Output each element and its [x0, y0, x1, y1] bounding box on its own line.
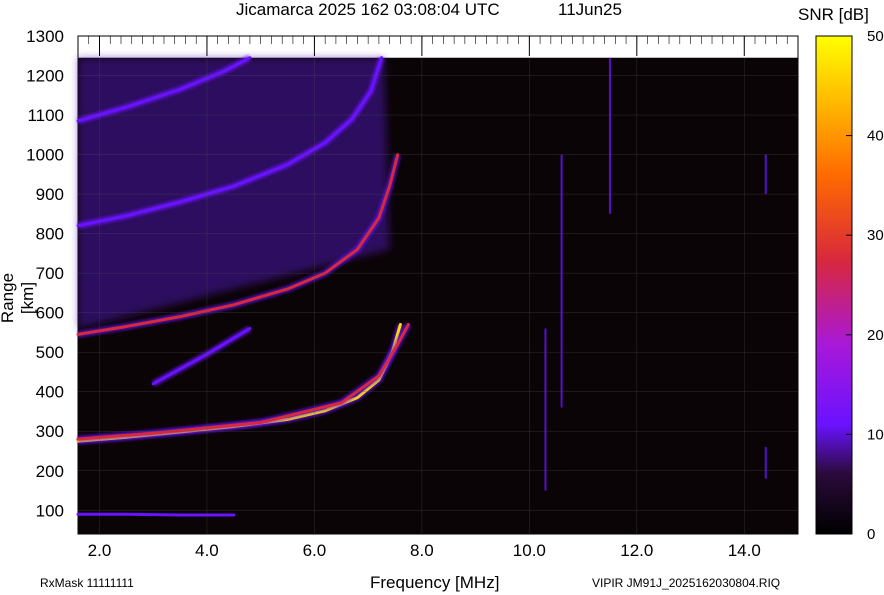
- colorbar-tick-4: 40: [867, 128, 884, 145]
- x-tick-5: 12.0: [620, 541, 653, 560]
- colorbar-tick-2: 20: [867, 327, 884, 344]
- y-tick-6: 700: [36, 264, 64, 283]
- x-tick-3: 8.0: [410, 541, 434, 560]
- y-tick-9: 1000: [26, 146, 64, 165]
- y-tick-3: 400: [36, 383, 64, 402]
- y-tick-10: 1100: [27, 106, 64, 125]
- colorbar-tick-3: 30: [867, 227, 884, 244]
- x-tick-0: 2.0: [88, 541, 112, 560]
- y-tick-5: 600: [36, 304, 64, 323]
- x-tick-6: 14.0: [728, 541, 761, 560]
- colorbar-tick-1: 10: [867, 426, 884, 443]
- ionogram-chart: 2.0 4.0 6.0 8.0 10.0 12.0 14.01002003004005006…: [26, 27, 884, 560]
- trace-6: [76, 512, 236, 517]
- y-tick-1: 200: [36, 462, 64, 481]
- colorbar-tick-5: 50: [867, 28, 884, 45]
- x-tick-2: 6.0: [303, 541, 327, 560]
- y-tick-8: 900: [36, 185, 64, 204]
- x-tick-4: 10.0: [513, 541, 546, 560]
- y-tick-4: 500: [36, 343, 64, 362]
- y-tick-7: 800: [36, 225, 64, 244]
- colorbar: [815, 35, 853, 535]
- y-tick-11: 1200: [26, 67, 64, 86]
- colorbar-tick-0: 0: [867, 526, 875, 543]
- y-tick-12: 1300: [26, 27, 64, 46]
- x-tick-1: 4.0: [195, 541, 219, 560]
- y-tick-0: 100: [36, 501, 64, 520]
- y-tick-2: 300: [36, 422, 64, 441]
